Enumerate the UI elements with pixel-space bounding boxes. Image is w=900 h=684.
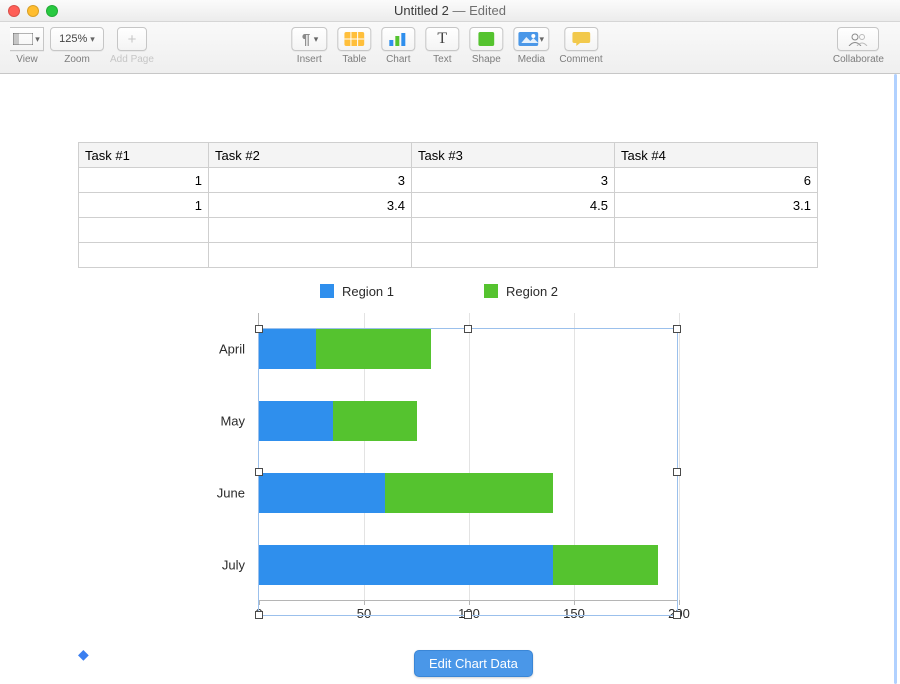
toolbar: ▾ View 125% ▾ Zoom + Add Page ¶ ▾ Insert bbox=[0, 22, 900, 74]
legend-swatch-icon bbox=[484, 284, 498, 298]
chart-bar[interactable] bbox=[553, 545, 658, 585]
chevron-down-icon: ▾ bbox=[35, 34, 40, 45]
chart-bar[interactable] bbox=[259, 329, 316, 369]
x-axis-label: 200 bbox=[668, 600, 690, 621]
chart-bar[interactable] bbox=[385, 473, 553, 513]
chart-bar[interactable] bbox=[316, 329, 432, 369]
chart-legend: Region 1 Region 2 bbox=[198, 284, 680, 299]
collaborate-label: Collaborate bbox=[833, 54, 884, 65]
comment-button[interactable] bbox=[564, 27, 598, 51]
table-row bbox=[79, 243, 818, 268]
table-row: 13.44.53.1 bbox=[79, 193, 818, 218]
window-title: Untitled 2 — Edited bbox=[0, 3, 900, 18]
data-table[interactable]: Task #1 Task #2 Task #3 Task #4 1336 13.… bbox=[78, 142, 818, 268]
table-header[interactable]: Task #2 bbox=[209, 143, 412, 168]
pilcrow-icon: ¶ bbox=[300, 31, 311, 47]
chevron-down-icon: ▾ bbox=[540, 34, 545, 45]
y-axis-label: May bbox=[220, 414, 259, 429]
insertion-marker-icon: ◆ bbox=[78, 646, 89, 663]
legend-item: Region 1 bbox=[320, 284, 394, 299]
chevron-down-icon: ▾ bbox=[314, 34, 319, 45]
collaborate-icon bbox=[847, 31, 869, 47]
chart-plot-area[interactable]: 050100150200AprilMayJuneJuly bbox=[258, 313, 678, 601]
text-label: Text bbox=[433, 54, 451, 65]
insert-button[interactable]: ¶ ▾ bbox=[291, 27, 327, 51]
text-icon: T bbox=[434, 31, 450, 47]
chart-label: Chart bbox=[386, 54, 410, 65]
zoom-dropdown[interactable]: 125% ▾ bbox=[50, 27, 104, 51]
view-button[interactable]: ▾ bbox=[10, 27, 44, 51]
table-header[interactable]: Task #1 bbox=[79, 143, 209, 168]
x-axis-label: 50 bbox=[357, 600, 371, 621]
plus-icon: + bbox=[128, 32, 137, 47]
shape-label: Shape bbox=[472, 54, 501, 65]
insert-label: Insert bbox=[297, 54, 322, 65]
media-icon bbox=[519, 31, 539, 47]
titlebar: Untitled 2 — Edited bbox=[0, 0, 900, 22]
table-header[interactable]: Task #3 bbox=[412, 143, 615, 168]
chart-bar[interactable] bbox=[259, 545, 553, 585]
document-canvas[interactable]: Task #1 Task #2 Task #3 Task #4 1336 13.… bbox=[0, 74, 900, 684]
x-axis-label: 150 bbox=[563, 600, 585, 621]
chart-bar[interactable] bbox=[259, 401, 333, 441]
zoom-label: Zoom bbox=[64, 54, 90, 65]
y-axis-label: July bbox=[222, 558, 259, 573]
y-axis-label: April bbox=[219, 342, 259, 357]
collaborate-button[interactable] bbox=[837, 27, 879, 51]
media-label: Media bbox=[518, 54, 545, 65]
y-axis-label: June bbox=[217, 486, 259, 501]
edit-chart-data-button[interactable]: Edit Chart Data bbox=[414, 650, 533, 677]
shape-button[interactable] bbox=[469, 27, 503, 51]
table-row bbox=[79, 218, 818, 243]
legend-swatch-icon bbox=[320, 284, 334, 298]
add-page-label: Add Page bbox=[110, 54, 154, 65]
media-button[interactable]: ▾ bbox=[513, 27, 549, 51]
chart[interactable]: Region 1 Region 2 050100150200AprilMayJu… bbox=[198, 284, 680, 601]
scrollbar[interactable] bbox=[894, 74, 897, 684]
table-button[interactable] bbox=[337, 27, 371, 51]
x-axis-label: 0 bbox=[255, 600, 262, 621]
chart-bar[interactable] bbox=[259, 473, 385, 513]
chevron-down-icon: ▾ bbox=[90, 34, 95, 45]
view-label: View bbox=[16, 54, 38, 65]
x-axis-label: 100 bbox=[458, 600, 480, 621]
text-button[interactable]: T bbox=[425, 27, 459, 51]
table-label: Table bbox=[342, 54, 366, 65]
legend-item: Region 2 bbox=[484, 284, 558, 299]
view-icon bbox=[13, 31, 33, 47]
comment-label: Comment bbox=[559, 54, 602, 65]
chart-button[interactable] bbox=[381, 27, 415, 51]
table-icon bbox=[344, 31, 364, 47]
chart-bar[interactable] bbox=[333, 401, 417, 441]
comment-icon bbox=[572, 31, 590, 47]
shape-icon bbox=[478, 31, 494, 47]
add-page-button[interactable]: + bbox=[117, 27, 147, 51]
table-header[interactable]: Task #4 bbox=[615, 143, 818, 168]
table-row: 1336 bbox=[79, 168, 818, 193]
chart-icon bbox=[388, 31, 408, 47]
